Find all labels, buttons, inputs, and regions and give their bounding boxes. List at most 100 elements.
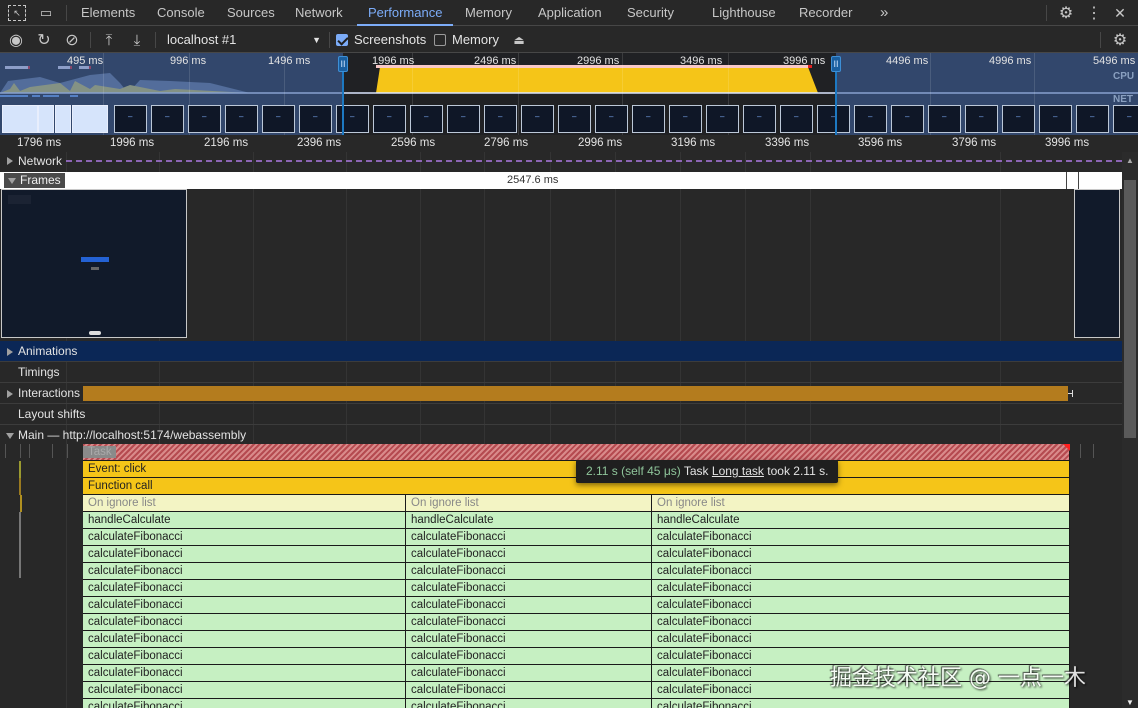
frame-screenshot-thumbnail[interactable]: [1, 189, 187, 338]
tab-console[interactable]: Console: [157, 0, 205, 26]
flame-calculate-fibonacci[interactable]: calculateFibonacci: [652, 529, 1070, 546]
garbage-collect-icon[interactable]: ⏏: [510, 31, 528, 49]
download-profile-icon[interactable]: ⤓: [128, 31, 146, 49]
overview-time-label: 4496 ms: [886, 55, 929, 67]
flame-calculate-fibonacci[interactable]: calculateFibonacci: [406, 648, 652, 665]
flame-calculate-fibonacci[interactable]: calculateFibonacci: [652, 631, 1070, 648]
capture-settings-gear-icon[interactable]: ⚙: [1111, 31, 1129, 49]
target-select[interactable]: localhost #1 ▼: [167, 27, 323, 53]
memory-checkbox[interactable]: [434, 34, 446, 46]
flame-calculate-fibonacci[interactable]: calculateFibonacci: [406, 665, 652, 682]
tab-sources[interactable]: Sources: [227, 0, 275, 26]
flame-calculate-fibonacci[interactable]: calculateFibonacci: [406, 597, 652, 614]
device-toolbar-icon[interactable]: ▭: [37, 5, 55, 21]
thumbnail-pill: [89, 331, 101, 335]
settings-gear-icon[interactable]: ⚙: [1057, 4, 1075, 22]
separator: [1100, 32, 1101, 48]
long-task-link[interactable]: Long task: [712, 464, 764, 478]
tab-recorder[interactable]: Recorder: [799, 0, 852, 26]
close-devtools-icon[interactable]: ✕: [1111, 4, 1129, 22]
ruler-label: 2196 ms: [204, 137, 249, 149]
frames-track-header[interactable]: Frames 2547.6 ms: [0, 172, 1122, 189]
upload-profile-icon[interactable]: ⤒: [100, 31, 118, 49]
expand-triangle-icon[interactable]: [7, 348, 13, 356]
scrollbar-thumb[interactable]: [1124, 180, 1136, 438]
screenshots-checkbox[interactable]: [336, 34, 348, 46]
flame-calculate-fibonacci[interactable]: calculateFibonacci: [406, 682, 652, 699]
tick-mark: [20, 444, 21, 458]
selection-left-handle[interactable]: II: [338, 56, 348, 72]
flame-handle-calculate[interactable]: handleCalculate: [652, 512, 1070, 529]
reload-record-icon[interactable]: ↻: [35, 31, 53, 49]
flame-ignore-list[interactable]: On ignore list: [83, 495, 406, 512]
flame-calculate-fibonacci[interactable]: calculateFibonacci: [652, 614, 1070, 631]
flame-calculate-fibonacci[interactable]: calculateFibonacci: [406, 529, 652, 546]
flame-handle-calculate[interactable]: handleCalculate: [83, 512, 406, 529]
collapse-triangle-icon[interactable]: [6, 433, 14, 439]
selection-right-handle[interactable]: II: [831, 56, 841, 72]
flame-calculate-fibonacci[interactable]: calculateFibonacci: [83, 631, 406, 648]
flame-calculate-fibonacci[interactable]: calculateFibonacci: [83, 682, 406, 699]
network-track[interactable]: Network: [0, 152, 1122, 170]
main-thread-track[interactable]: Main — http://localhost:5174/webassembly: [0, 425, 1122, 446]
tab-network[interactable]: Network: [295, 0, 343, 26]
thumbnail-button: [81, 257, 109, 262]
tab-performance[interactable]: Performance: [357, 0, 454, 26]
mini-event-bar: [19, 478, 21, 495]
flame-calculate-fibonacci[interactable]: calculateFibonacci: [83, 580, 406, 597]
scroll-up-icon[interactable]: ▲: [1126, 156, 1134, 165]
tab-memory[interactable]: Memory: [465, 0, 512, 26]
tab-elements[interactable]: Elements: [81, 0, 135, 26]
selection-left-line: [342, 63, 344, 135]
chevron-down-icon: ▼: [312, 35, 321, 45]
thumbnail-text: [91, 267, 99, 270]
timings-track[interactable]: Timings: [0, 362, 1122, 383]
expand-triangle-icon[interactable]: [7, 157, 13, 165]
overview-time-label: 1496 ms: [268, 55, 311, 67]
flame-calculate-fibonacci[interactable]: calculateFibonacci: [83, 546, 406, 563]
layout-shifts-track[interactable]: Layout shifts: [0, 404, 1122, 425]
flame-calculate-fibonacci[interactable]: calculateFibonacci: [406, 546, 652, 563]
flame-calculate-fibonacci[interactable]: calculateFibonacci: [83, 699, 406, 708]
flame-handle-calculate[interactable]: handleCalculate: [406, 512, 652, 529]
tab-application[interactable]: Application: [538, 0, 602, 26]
tick-mark: [1080, 444, 1081, 458]
tab-lighthouse[interactable]: Lighthouse: [712, 0, 776, 26]
inspect-element-icon[interactable]: ↖: [8, 5, 26, 21]
flame-calculate-fibonacci[interactable]: calculateFibonacci: [652, 546, 1070, 563]
scroll-down-icon[interactable]: ▼: [1126, 698, 1134, 707]
collapse-triangle-icon[interactable]: [8, 178, 16, 184]
flame-calculate-fibonacci[interactable]: calculateFibonacci: [406, 699, 652, 708]
separator: [155, 32, 156, 48]
frame-screenshot-thumbnail[interactable]: [1074, 189, 1120, 338]
timeline-overview[interactable]: 495 ms 996 ms 1496 ms 1996 ms 2496 ms 29…: [0, 53, 1138, 135]
flame-calculate-fibonacci[interactable]: calculateFibonacci: [83, 648, 406, 665]
expand-triangle-icon[interactable]: [7, 390, 13, 398]
flame-calculate-fibonacci[interactable]: calculateFibonacci: [83, 614, 406, 631]
animations-track[interactable]: Animations: [0, 341, 1122, 362]
flame-calculate-fibonacci[interactable]: calculateFibonacci: [652, 563, 1070, 580]
interaction-bar[interactable]: [83, 386, 1068, 401]
more-tabs-button[interactable]: »: [880, 0, 888, 26]
flame-calculate-fibonacci[interactable]: calculateFibonacci: [83, 529, 406, 546]
flame-calculate-fibonacci[interactable]: calculateFibonacci: [652, 597, 1070, 614]
filmstrip-frame: [854, 105, 887, 133]
more-options-icon[interactable]: ⋮: [1085, 4, 1103, 22]
record-icon[interactable]: ◉: [7, 31, 25, 49]
interactions-track[interactable]: Interactions: [0, 383, 1122, 404]
flame-calculate-fibonacci[interactable]: calculateFibonacci: [406, 614, 652, 631]
clear-icon[interactable]: ⊘: [63, 31, 81, 49]
flame-calculate-fibonacci[interactable]: calculateFibonacci: [406, 563, 652, 580]
flame-ignore-list[interactable]: On ignore list: [652, 495, 1070, 512]
flame-calculate-fibonacci[interactable]: calculateFibonacci: [652, 580, 1070, 597]
flame-calculate-fibonacci[interactable]: calculateFibonacci: [83, 563, 406, 580]
flame-calculate-fibonacci[interactable]: calculateFibonacci: [83, 597, 406, 614]
tab-security[interactable]: Security: [627, 0, 674, 26]
flame-calculate-fibonacci[interactable]: calculateFibonacci: [83, 665, 406, 682]
flame-calculate-fibonacci[interactable]: calculateFibonacci: [406, 631, 652, 648]
mini-event-bar: [19, 461, 21, 478]
flame-task[interactable]: Task: [83, 444, 1070, 461]
flame-ignore-list[interactable]: On ignore list: [406, 495, 652, 512]
flame-calculate-fibonacci[interactable]: calculateFibonacci: [406, 580, 652, 597]
flame-calculate-fibonacci[interactable]: calculateFibonacci: [652, 699, 1070, 708]
